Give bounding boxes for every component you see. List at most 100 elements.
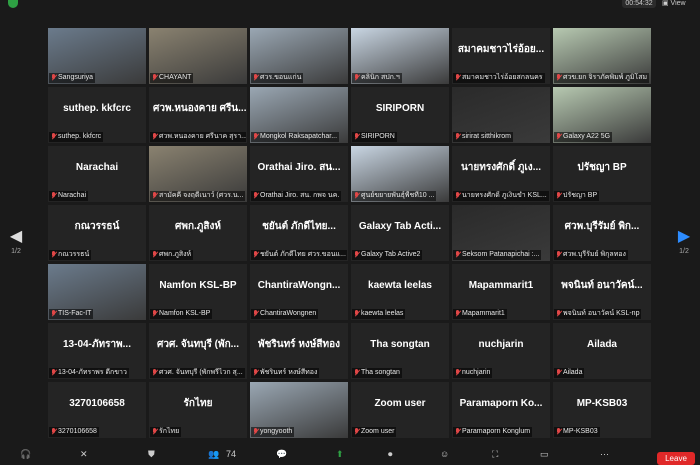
security-icon[interactable]: ⛊ — [148, 447, 155, 461]
participant-name-text: พจนินท์ อนาวัคน์ KSL-np — [563, 310, 640, 317]
participant-name-label: Ailada — [554, 368, 585, 378]
participant-tile[interactable]: ศพก.ภูสิงห์ ศพก.ภูสิงห์ — [149, 205, 247, 261]
participant-name-label: Galaxy A22 5G — [554, 132, 613, 142]
participant-name-label: suthep. kkfcrc — [49, 132, 104, 142]
page-indicator-left: 1/2 — [11, 248, 21, 255]
participant-name-text: Tha songtan — [361, 369, 400, 376]
participant-tile[interactable]: Ailada Ailada — [553, 323, 651, 379]
participant-tile[interactable]: ชยันต์ ภักดีไทย... ชยันต์ ภักดีไทย ศวร.ขอ… — [250, 205, 348, 261]
participant-tile[interactable]: Mongkol Raksapatchar... — [250, 87, 348, 143]
participant-tile[interactable]: 13-04-ภัทราพ... 13-04-ภัทราพร ดีกขาว — [48, 323, 146, 379]
participant-name-label: รักไทย — [150, 427, 182, 437]
participant-tile[interactable]: TIS-Fac-IT — [48, 264, 146, 320]
participant-name-text: นายทรงศักดิ์ ภูเงินขำ KSL... — [462, 192, 547, 199]
participant-name-label: Sangsuriya — [49, 73, 96, 83]
participant-tile[interactable]: nuchjarin nuchjarin — [452, 323, 550, 379]
participant-tile[interactable]: Galaxy A22 5G — [553, 87, 651, 143]
participant-name-text: ปรัชญา BP — [563, 192, 598, 199]
participant-name-label: Mongkol Raksapatchar... — [251, 132, 340, 142]
participant-tile[interactable]: 3270106658 3270106658 — [48, 382, 146, 438]
participant-tile[interactable]: กณวรรธน์ กณวรรธน์ — [48, 205, 146, 261]
participant-tile[interactable]: คลินิก สปก.ฯ — [351, 28, 449, 84]
security-shield-icon[interactable] — [8, 0, 18, 8]
muted-mic-icon — [455, 192, 460, 200]
participant-display-name: SIRIPORN — [375, 103, 425, 114]
participant-name-label: ศวข.ยก จิราภัคพิมพ์ ภูมิโสม — [554, 73, 650, 83]
participant-name-text: กณวรรธน์ — [58, 251, 90, 258]
leave-button[interactable]: Leave — [657, 452, 695, 465]
headset-icon[interactable]: 🎧 — [20, 447, 31, 461]
participant-tile[interactable]: สามัคคี จงฤดีเนาว์ (ศวร.น... — [149, 146, 247, 202]
record-icon[interactable]: ⏺ — [388, 447, 393, 461]
muted-mic-icon — [556, 192, 561, 200]
participant-tile[interactable]: MP-KSB03 MP-KSB03 — [553, 382, 651, 438]
participant-tile[interactable]: kaewta leelas kaewta leelas — [351, 264, 449, 320]
muted-mic-icon — [556, 428, 561, 436]
participant-tile[interactable]: Tha songtan Tha songtan — [351, 323, 449, 379]
participant-tile[interactable]: ศวศ. จันทบุรี (พัก... ศวศ. จันทบุรี (พักพ… — [149, 323, 247, 379]
participant-name-label: ศพก.ภูสิงห์ — [150, 250, 194, 260]
participant-tile[interactable]: suthep. kkfcrc suthep. kkfcrc — [48, 87, 146, 143]
participant-tile[interactable]: sirirat sitthikrom — [452, 87, 550, 143]
participant-tile[interactable]: นายทรงศักดิ์ ภูเง... นายทรงศักดิ์ ภูเงินข… — [452, 146, 550, 202]
participant-name-text: ศพก.ภูสิงห์ — [159, 251, 192, 258]
participant-tile[interactable]: ศวพ.หนองคาย ศรีน... ศวพ.หนองคาย ศรีนาค สุ… — [149, 87, 247, 143]
participant-name-label: ศวพ.บุรีรัมย์ พิกุลทอง — [554, 250, 628, 260]
participant-tile[interactable]: Seksom Patanapichai :... — [452, 205, 550, 261]
participant-display-name: Narachai — [75, 162, 119, 173]
participant-name-text: Mapammarit1 — [462, 310, 505, 317]
view-button[interactable]: ▣ View — [662, 0, 694, 8]
participant-tile[interactable]: ศวพ.บุรีรัมย์ พิก... ศวพ.บุรีรัมย์ พิกุลท… — [553, 205, 651, 261]
participant-tile[interactable]: CHAYANT — [149, 28, 247, 84]
muted-mic-icon — [556, 251, 561, 259]
participant-tile[interactable]: สมาคมชาวไร่อ้อย... สมาคมชาวไร่อ้อยสกลนคร — [452, 28, 550, 84]
apps-icon[interactable]: ⛶ — [492, 447, 498, 461]
participant-name-text: ศวพ.บุรีรัมย์ พิกุลทอง — [563, 251, 626, 258]
participant-tile[interactable]: ศูนย์ขยายพันธุ์พืชที่10 ... — [351, 146, 449, 202]
participant-tile[interactable]: yongyooth — [250, 382, 348, 438]
participant-tile[interactable]: Orathai Jiro. สน... Orathai Jiro. สน. กพจ… — [250, 146, 348, 202]
participant-tile[interactable]: Zoom user Zoom user — [351, 382, 449, 438]
participant-tile[interactable]: Mapammarit1 Mapammarit1 — [452, 264, 550, 320]
participant-name-text: Narachai — [58, 192, 87, 199]
whiteboard-icon[interactable]: ▭ — [540, 447, 549, 461]
participant-tile[interactable]: ศวข.ยก จิราภัคพิมพ์ ภูมิโสม — [553, 28, 651, 84]
muted-mic-icon — [354, 369, 359, 377]
participant-tile[interactable]: พัชรินทร์ หงษ์สีทอง พัชรินทร์ หงษ์สีทอง — [250, 323, 348, 379]
more-icon[interactable]: ⋯ — [600, 447, 609, 461]
participant-name-label: Mapammarit1 — [453, 309, 507, 319]
participant-tile[interactable]: ChantiraWongn... ChantiraWongnen — [250, 264, 348, 320]
participant-display-name: MP-KSB03 — [576, 398, 628, 409]
participant-tile[interactable]: Narachai Narachai — [48, 146, 146, 202]
meeting-toolbar: 🎧 ✕ ⛊ 👥 74 💬 ⬆ ⏺ ☺ ⛶ ▭ ⋯ — [0, 443, 700, 465]
participant-name-text: TIS-Fac-IT — [58, 310, 92, 317]
participant-tile[interactable]: ปรัชญา BP ปรัชญา BP — [553, 146, 651, 202]
participant-tile[interactable]: Galaxy Tab Acti... Galaxy Tab Active2 — [351, 205, 449, 261]
participant-display-name: ปรัชญา BP — [577, 162, 627, 173]
participant-name-text: kaewta leelas — [361, 310, 404, 317]
participant-tile[interactable]: รักไทย รักไทย — [149, 382, 247, 438]
chat-icon[interactable]: 💬 — [276, 447, 287, 461]
participant-display-name: 3270106658 — [69, 398, 125, 409]
muted-mic-icon — [455, 251, 460, 259]
participants-icon[interactable]: 👥 — [208, 447, 219, 461]
participant-tile[interactable]: Sangsuriya — [48, 28, 146, 84]
share-screen-icon[interactable]: ⬆ — [336, 447, 344, 461]
video-off-icon[interactable]: ✕ — [80, 447, 88, 461]
participant-name-text: Zoom user — [361, 428, 395, 435]
reactions-icon[interactable]: ☺ — [440, 447, 449, 461]
muted-mic-icon — [556, 310, 561, 318]
participant-tile[interactable]: Namfon KSL-BP Namfon KSL-BP — [149, 264, 247, 320]
participant-name-label: yongyooth — [251, 427, 295, 437]
participant-tile[interactable]: ศวร.ขอนแก่น — [250, 28, 348, 84]
participant-tile[interactable]: SIRIPORN SIRIPORN — [351, 87, 449, 143]
participant-name-text: Namfon KSL-BP — [159, 310, 211, 317]
participant-name-text: nuchjarin — [462, 369, 491, 376]
participant-name-label: sirirat sitthikrom — [453, 132, 514, 142]
participant-name-label: ปรัชญา BP — [554, 191, 600, 201]
participant-tile[interactable]: พจนินท์ อนาวัคน์... พจนินท์ อนาวัคน์ KSL-… — [553, 264, 651, 320]
participant-name-label: ศวศ. จันทบุรี (พักพรีไวก สุ... — [150, 368, 245, 378]
participant-tile[interactable]: Paramaporn Ko... Paramaporn Konglum — [452, 382, 550, 438]
muted-mic-icon — [152, 428, 157, 436]
participants-count: 74 — [226, 449, 237, 459]
